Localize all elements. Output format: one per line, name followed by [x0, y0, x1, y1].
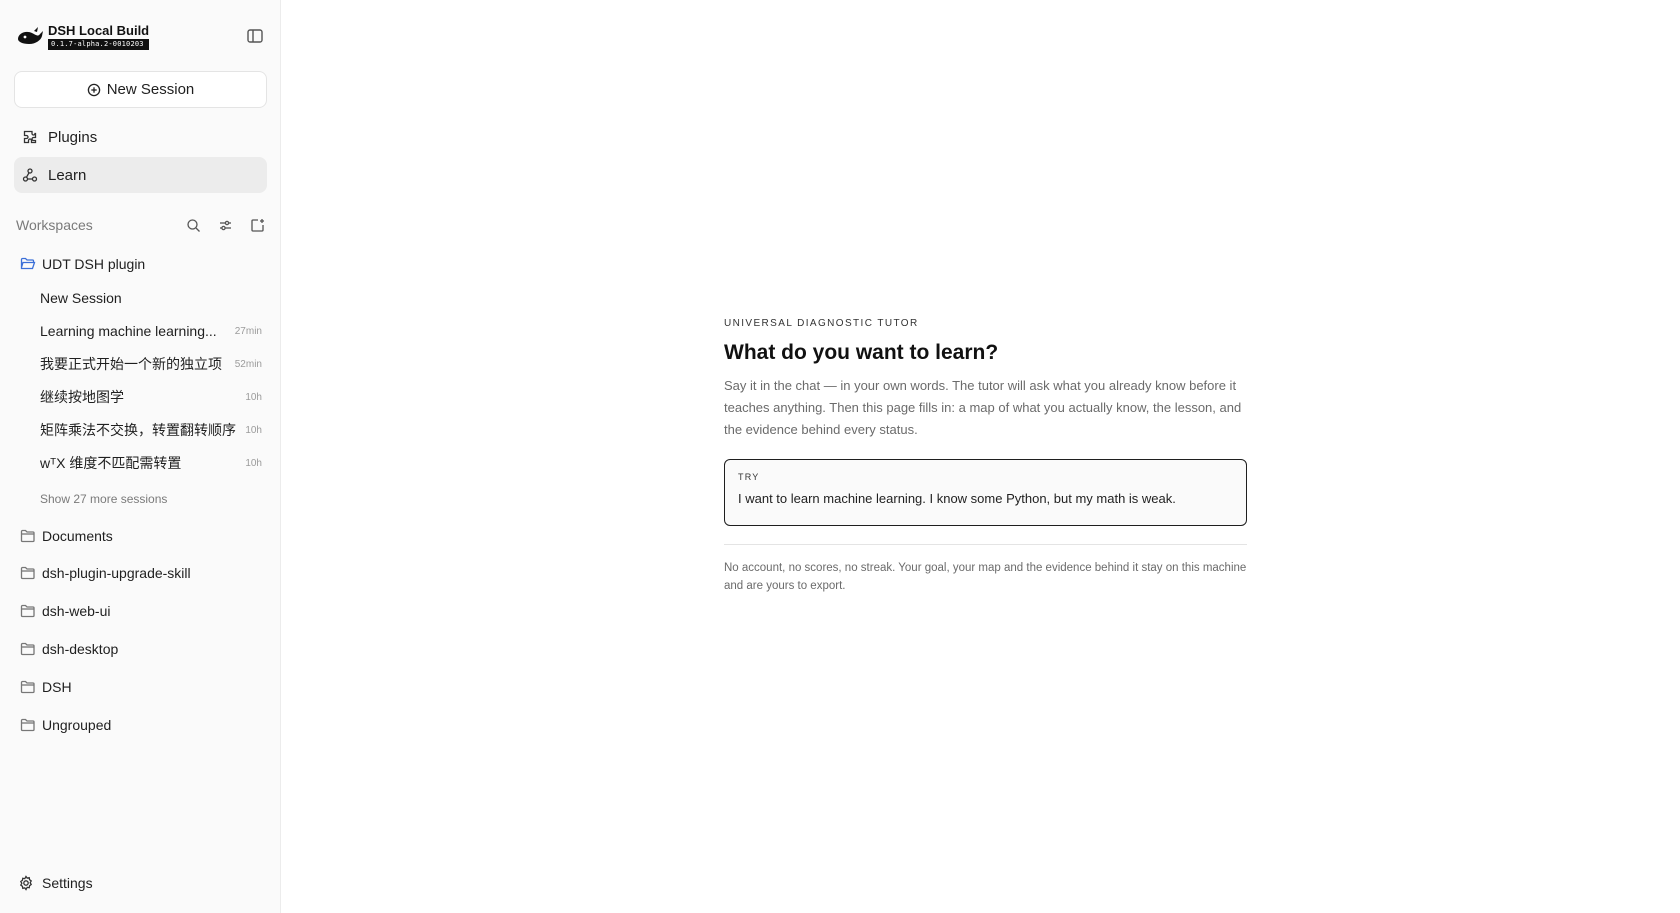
sidebar-toggle-icon[interactable] — [246, 27, 264, 45]
new-session-button[interactable]: New Session — [14, 71, 267, 108]
folder-open-icon — [20, 257, 36, 270]
nav-item-learn[interactable]: Learn — [14, 157, 267, 193]
search-icon[interactable] — [184, 216, 202, 234]
filter-sliders-icon[interactable] — [216, 216, 234, 234]
try-label: TRY — [738, 472, 760, 482]
folder-icon — [20, 566, 35, 580]
app-name: DSH Local Build — [48, 23, 150, 38]
workspace-folder[interactable]: dsh-desktop — [20, 638, 118, 660]
folder-icon — [20, 642, 35, 656]
try-example-card[interactable]: TRY I want to learn machine learning. I … — [724, 459, 1247, 526]
empty-state: UNIVERSAL DIAGNOSTIC TUTOR What do you w… — [724, 318, 1247, 595]
session-item[interactable]: 继续按地图学 10h — [40, 386, 262, 408]
session-item[interactable]: New Session — [40, 287, 262, 309]
workspaces-title: Workspaces — [16, 217, 93, 233]
nav-item-plugins[interactable]: Plugins — [14, 119, 267, 155]
eyebrow-label: UNIVERSAL DIAGNOSTIC TUTOR — [724, 318, 919, 329]
folder-label: Documents — [42, 528, 113, 544]
folder-label: Ungrouped — [42, 717, 112, 733]
folder-icon — [20, 529, 35, 543]
divider — [724, 544, 1247, 545]
workspace-folder[interactable]: DSH — [20, 676, 72, 698]
session-item[interactable]: 我要正式开始一个新的独立项 52min — [40, 353, 262, 375]
new-session-label: New Session — [106, 81, 195, 98]
app-version: 0.1.7-alpha.2-0010203 — [48, 39, 150, 50]
sidebar: DSH Local Build 0.1.7-alpha.2-0010203 Ne… — [0, 0, 281, 913]
workspace-folder-udt-dsh-plugin[interactable]: UDT DSH plugin — [20, 253, 145, 275]
gear-icon — [19, 875, 33, 891]
folder-icon — [20, 680, 35, 694]
intro-description: Say it in the chat — in your own words. … — [724, 378, 1242, 437]
try-example-text: I want to learn machine learning. I know… — [738, 491, 1176, 506]
nav-item-label: Plugins — [48, 128, 98, 146]
settings-button[interactable]: Settings — [18, 875, 93, 891]
session-item[interactable]: wᵀX 维度不匹配需转置 10h — [40, 452, 262, 474]
show-more-sessions-link[interactable]: Show 27 more sessions — [40, 492, 167, 506]
nav-item-label: Learn — [48, 166, 87, 184]
workspace-folder[interactable]: dsh-plugin-upgrade-skill — [20, 562, 191, 584]
folder-label: dsh-web-ui — [42, 603, 111, 619]
brand[interactable]: DSH Local Build 0.1.7-alpha.2-0010203 — [16, 23, 150, 50]
whale-logo-icon — [18, 27, 43, 44]
folder-label: DSH — [42, 679, 72, 695]
workspaces-header: Workspaces — [16, 215, 266, 235]
folder-icon — [20, 718, 35, 732]
workspace-folder[interactable]: dsh-web-ui — [20, 600, 110, 622]
session-item[interactable]: Learning machine learning... 27min — [40, 320, 262, 342]
folder-icon — [20, 604, 35, 618]
folder-label: UDT DSH plugin — [42, 256, 146, 272]
workspace-folder[interactable]: Documents — [20, 525, 113, 547]
privacy-footnote: No account, no scores, no streak. Your g… — [724, 562, 1247, 592]
folder-label: dsh-desktop — [42, 641, 119, 657]
plus-circle-icon — [87, 83, 100, 96]
workspace-folder[interactable]: Ungrouped — [20, 714, 111, 736]
new-folder-icon[interactable] — [248, 216, 266, 234]
puzzle-icon — [23, 130, 37, 144]
folder-label: dsh-plugin-upgrade-skill — [42, 565, 191, 581]
main-content: UNIVERSAL DIAGNOSTIC TUTOR What do you w… — [281, 0, 1680, 913]
session-item[interactable]: 矩阵乘法不交换，转置翻转顺序 10h — [40, 419, 262, 441]
page-title: What do you want to learn? — [724, 341, 999, 364]
graph-icon — [22, 168, 38, 182]
settings-label: Settings — [42, 875, 93, 891]
